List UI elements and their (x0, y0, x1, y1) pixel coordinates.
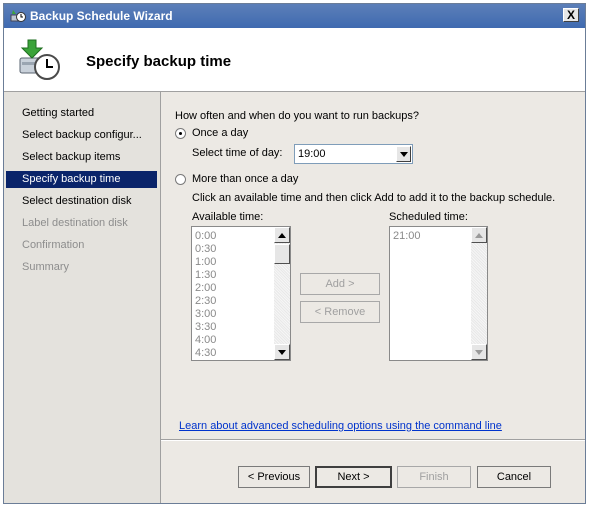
advanced-scheduling-link[interactable]: Learn about advanced scheduling options … (179, 420, 502, 432)
more-than-once-radio[interactable] (175, 174, 186, 185)
list-item[interactable]: 0:00 (195, 230, 216, 243)
scroll-thumb[interactable] (274, 244, 290, 264)
select-time-label: Select time of day: (192, 147, 283, 159)
nav-item-select-backup-items[interactable]: Select backup items (22, 149, 120, 166)
page-title: Specify backup time (86, 53, 232, 70)
once-a-day-label[interactable]: Once a day (192, 127, 248, 139)
remove-button[interactable]: < Remove (300, 301, 380, 323)
title-bar: Backup Schedule Wizard X (4, 4, 585, 28)
list-item[interactable]: 2:00 (195, 282, 216, 295)
list-item[interactable]: 1:30 (195, 269, 216, 282)
scroll-down-arrow-icon[interactable] (274, 344, 290, 360)
list-item[interactable]: 1:00 (195, 256, 216, 269)
list-item[interactable]: 2:30 (195, 295, 216, 308)
backup-clock-icon (19, 39, 60, 80)
time-of-day-value: 19:00 (298, 148, 326, 160)
list-item[interactable]: 3:00 (195, 308, 216, 321)
chevron-down-icon[interactable] (396, 146, 411, 162)
available-time-scrollbar[interactable] (274, 227, 290, 360)
close-button[interactable]: X (563, 8, 579, 22)
window-title: Backup Schedule Wizard (30, 9, 173, 23)
nav-item-select-destination-disk[interactable]: Select destination disk (22, 193, 131, 210)
next-button[interactable]: Next > (315, 466, 392, 488)
nav-item-getting-started[interactable]: Getting started (22, 105, 94, 122)
wizard-steps-nav: Getting started Select backup configur..… (4, 92, 161, 503)
scroll-up-arrow-icon[interactable] (274, 227, 290, 243)
list-item[interactable]: 0:30 (195, 243, 216, 256)
backup-app-icon (10, 10, 26, 22)
backup-schedule-wizard-window: Backup Schedule Wizard X Specify backup … (3, 3, 586, 504)
nav-item-confirmation: Confirmation (22, 239, 85, 251)
list-item[interactable]: 21:00 (393, 230, 421, 243)
list-item[interactable]: 4:00 (195, 334, 216, 347)
add-button[interactable]: Add > (300, 273, 380, 295)
available-time-label: Available time: (192, 211, 264, 223)
available-time-list[interactable]: 0:00 0:30 1:00 1:30 2:00 2:30 3:00 3:30 … (191, 226, 291, 361)
footer-divider (161, 439, 585, 441)
cancel-button[interactable]: Cancel (477, 466, 551, 488)
wizard-content: How often and when do you want to run ba… (161, 92, 585, 503)
scroll-up-arrow-icon[interactable] (471, 227, 487, 243)
time-of-day-dropdown[interactable]: 19:00 (294, 144, 413, 164)
previous-button[interactable]: < Previous (238, 466, 310, 488)
frequency-question: How often and when do you want to run ba… (175, 110, 419, 122)
wizard-header: Specify backup time (4, 28, 585, 92)
list-item[interactable]: 4:30 (195, 347, 216, 360)
list-item[interactable]: 3:30 (195, 321, 216, 334)
nav-item-summary: Summary (22, 261, 70, 273)
scroll-down-arrow-icon[interactable] (471, 344, 487, 360)
finish-button[interactable]: Finish (397, 466, 471, 488)
once-a-day-radio[interactable] (175, 128, 186, 139)
nav-item-label-destination-disk: Label destination disk (22, 217, 128, 229)
nav-item-select-backup-configuration[interactable]: Select backup configur... (22, 127, 142, 144)
scheduled-time-label: Scheduled time: (389, 211, 468, 223)
scheduled-time-scrollbar[interactable] (471, 227, 487, 360)
more-than-once-label[interactable]: More than once a day (192, 173, 298, 185)
nav-item-specify-backup-time[interactable]: Specify backup time (6, 171, 157, 188)
schedule-instruction: Click an available time and then click A… (192, 192, 556, 204)
scheduled-time-list[interactable]: 21:00 (389, 226, 488, 361)
